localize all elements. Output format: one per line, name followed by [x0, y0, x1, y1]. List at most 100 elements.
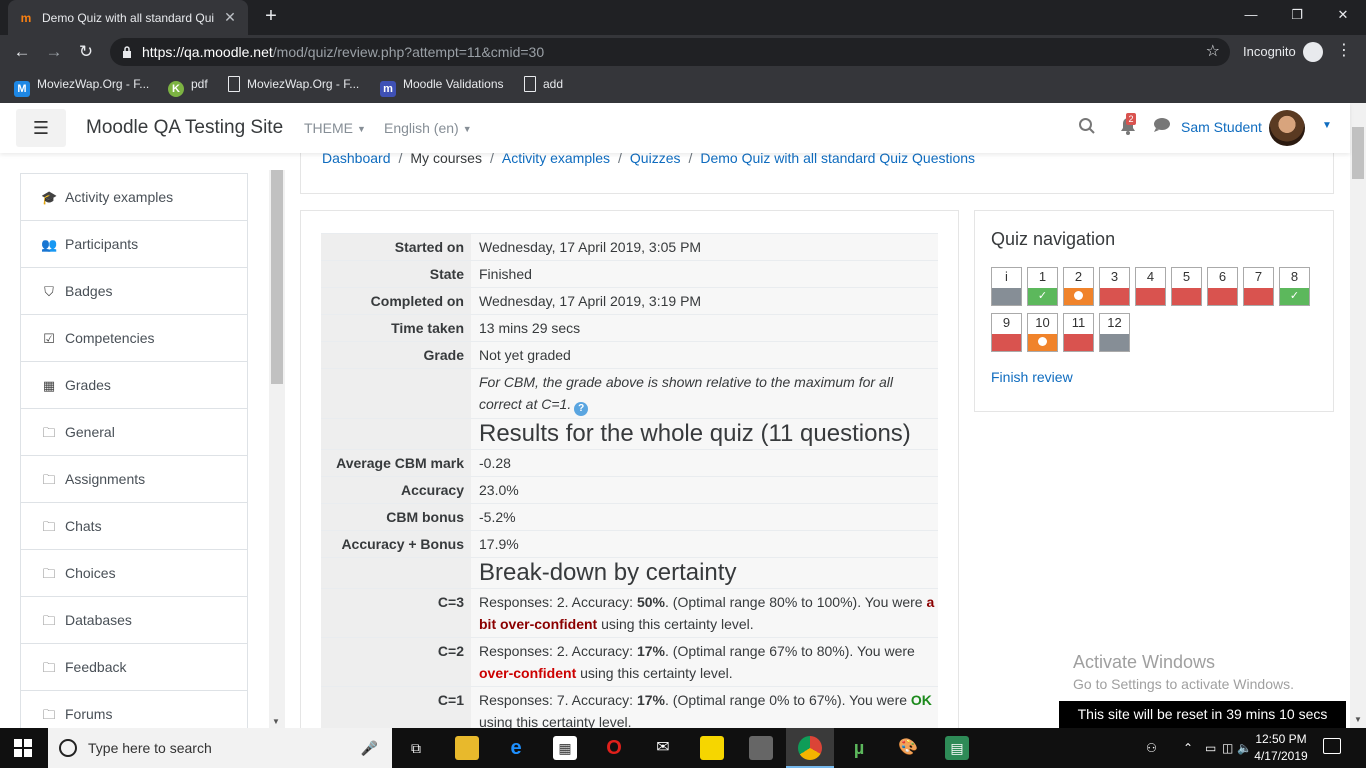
nav-item-forums[interactable]: 🗀 Forums	[21, 691, 247, 728]
site-name[interactable]: Moodle QA Testing Site	[86, 103, 283, 153]
language-menu[interactable]: English (en) ▼	[384, 103, 472, 154]
nav-item-chats[interactable]: 🗀 Chats	[21, 503, 247, 550]
show-hidden-icons[interactable]: ⌃	[1183, 728, 1193, 768]
quiz-question-number: 5	[1182, 269, 1191, 284]
page-scrollbar[interactable]	[1350, 103, 1366, 728]
bookmark-item[interactable]: add	[524, 69, 563, 99]
watermark-subtitle: Go to Settings to activate Windows.	[1073, 676, 1294, 692]
nav-item-badges[interactable]: ⛉ Badges	[21, 268, 247, 315]
quiz-question-button-5[interactable]: 5	[1171, 267, 1202, 306]
network-icon[interactable]: ◫	[1222, 728, 1233, 768]
nav-item-grades[interactable]: ▦ Grades	[21, 362, 247, 409]
question-state-red	[1244, 288, 1273, 305]
quiz-question-button-1[interactable]: 1 ✓	[1027, 267, 1058, 306]
quiz-question-button-4[interactable]: 4	[1135, 267, 1166, 306]
page-scrollbar-thumb[interactable]	[1352, 127, 1364, 179]
quiz-question-button-12[interactable]: 12	[1099, 313, 1130, 352]
close-tab-icon[interactable]: ✕	[222, 9, 238, 26]
quiz-question-button-9[interactable]: 9	[991, 313, 1022, 352]
paint-icon[interactable]: 🎨	[896, 736, 920, 760]
app-icon[interactable]	[749, 736, 773, 760]
nav-item-activity-examples[interactable]: 🎓 Activity examples	[21, 174, 247, 221]
finish-review-link[interactable]: Finish review	[991, 369, 1073, 385]
drawer-scrollbar-thumb[interactable]	[271, 170, 283, 384]
bookmark-favicon-icon: M	[14, 81, 30, 97]
c3-result: Responses: 2. Accuracy: 50%. (Optimal ra…	[471, 588, 938, 638]
edge-browser-icon[interactable]: e	[504, 736, 528, 760]
quiz-question-button-6[interactable]: 6	[1207, 267, 1238, 306]
browser-tab-strip: m Demo Quiz with all standard Qui ✕ + — …	[0, 0, 1366, 35]
scroll-down-arrow-icon[interactable]: ▼	[272, 717, 280, 726]
minimize-window-button[interactable]: —	[1228, 0, 1274, 32]
forward-arrow-icon[interactable]: →	[42, 40, 66, 64]
bookmark-star-icon[interactable]: ☆	[1206, 38, 1220, 66]
bookmark-label: Moodle Validations	[403, 77, 504, 91]
quiz-question-button-info[interactable]: i	[991, 267, 1022, 306]
people-icon[interactable]: ⚇	[1146, 728, 1157, 768]
task-view-icon[interactable]: ⧉	[404, 736, 428, 760]
check-icon: ✓	[1037, 290, 1048, 302]
opera-icon[interactable]: O	[602, 736, 626, 760]
nav-item-participants[interactable]: 👥 Participants	[21, 221, 247, 268]
quiz-question-button-8[interactable]: 8 ✓	[1279, 267, 1310, 306]
reload-icon[interactable]: ↻	[74, 40, 98, 64]
file-explorer-icon[interactable]	[455, 736, 479, 760]
battery-icon[interactable]: ▭	[1205, 728, 1216, 768]
completed-on-value: Wednesday, 17 April 2019, 3:19 PM	[471, 287, 938, 315]
quiz-question-button-7[interactable]: 7	[1243, 267, 1274, 306]
taskbar-search-input[interactable]: Type here to search 🎤	[48, 728, 392, 768]
quiz-review-region: Started on Wednesday, 17 April 2019, 3:05…	[300, 210, 959, 728]
caret-down-icon[interactable]: ▼	[1322, 103, 1332, 148]
bookmark-item[interactable]: M MoviezWap.Org - F...	[14, 69, 149, 99]
windows-start-icon[interactable]	[14, 739, 32, 757]
bookmark-item[interactable]: MoviezWap.Org - F...	[228, 69, 359, 99]
browser-menu-icon[interactable]: ⋮	[1336, 40, 1352, 60]
quiz-question-button-3[interactable]: 3	[1099, 267, 1130, 306]
hamburger-menu-button[interactable]: ☰	[16, 109, 66, 147]
bookmark-item[interactable]: Kpdf	[168, 69, 208, 99]
restore-window-button[interactable]: ❐	[1274, 0, 1320, 32]
scroll-down-arrow-icon[interactable]: ▼	[1350, 712, 1366, 728]
theme-menu[interactable]: THEME ▼	[304, 103, 366, 154]
nav-item-feedback[interactable]: 🗀 Feedback	[21, 644, 247, 691]
utorrent-icon[interactable]: µ	[847, 736, 871, 760]
avatar[interactable]	[1269, 110, 1305, 146]
quiz-question-button-10[interactable]: 10	[1027, 313, 1058, 352]
quiz-question-button-2[interactable]: 2	[1063, 267, 1094, 306]
action-center-icon[interactable]	[1323, 738, 1341, 754]
store-icon[interactable]: ▦	[553, 736, 577, 760]
incognito-label: Incognito	[1243, 44, 1296, 59]
bookmark-item[interactable]: m Moodle Validations	[380, 69, 504, 99]
chart-app-icon[interactable]: ▤	[945, 736, 969, 760]
cbm-note-text: For CBM, the grade above is shown relati…	[479, 374, 893, 412]
drawer-scrollbar[interactable]: ▼	[269, 170, 285, 728]
nav-item-label: Assignments	[65, 471, 146, 487]
mail-icon[interactable]: ✉	[651, 736, 675, 760]
quiz-question-button-11[interactable]: 11	[1063, 313, 1094, 352]
table-row: Accuracy + Bonus 17.9%	[321, 530, 938, 558]
address-bar[interactable]: https://qa.moodle.net/mod/quiz/review.ph…	[110, 38, 1230, 66]
chrome-icon[interactable]	[798, 736, 822, 760]
chat-bubble-icon[interactable]	[1151, 117, 1173, 139]
microphone-icon[interactable]: 🎤	[361, 728, 378, 768]
sticky-notes-icon[interactable]	[700, 736, 724, 760]
search-icon[interactable]	[1076, 117, 1098, 139]
nav-item-assignments[interactable]: 🗀 Assignments	[21, 456, 247, 503]
time-taken-value: 13 mins 29 secs	[471, 314, 938, 342]
nav-item-choices[interactable]: 🗀 Choices	[21, 550, 247, 597]
nav-item-general[interactable]: 🗀 General	[21, 409, 247, 456]
user-menu[interactable]: Sam Student	[1181, 103, 1262, 151]
bookmarks-bar: M MoviezWap.Org - F... Kpdf MoviezWap.Org…	[0, 69, 1366, 103]
new-tab-button[interactable]: +	[259, 5, 283, 29]
clock-time: 12:50 PM	[1255, 732, 1307, 746]
back-arrow-icon[interactable]: ←	[10, 40, 34, 64]
row-label: C=2	[321, 637, 471, 687]
close-window-button[interactable]: ✕	[1320, 0, 1366, 32]
help-icon[interactable]: ?	[574, 402, 589, 416]
nav-item-databases[interactable]: 🗀 Databases	[21, 597, 247, 644]
system-clock[interactable]: 12:50 PM 4/17/2019	[1250, 731, 1312, 765]
nav-item-competencies[interactable]: ☑ Competencies	[21, 315, 247, 362]
browser-tab[interactable]: m Demo Quiz with all standard Qui ✕	[8, 0, 248, 35]
nav-item-label: Chats	[65, 518, 102, 534]
quiz-question-number: 3	[1110, 269, 1119, 284]
